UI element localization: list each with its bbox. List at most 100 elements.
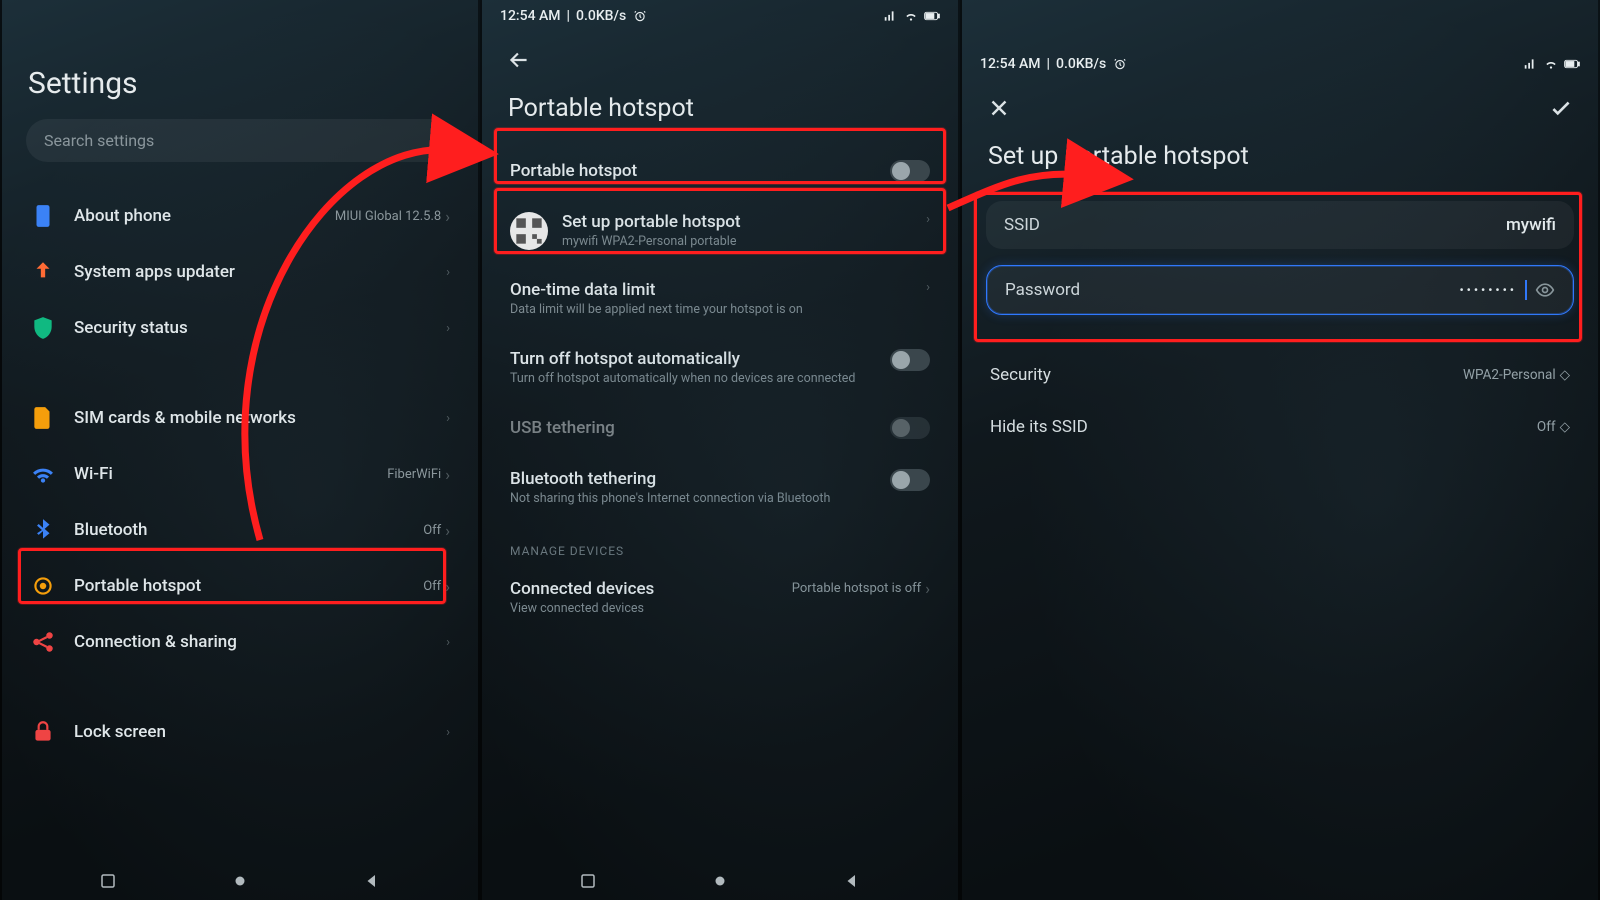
dropdown-caret-icon: ◇ [1560,367,1570,383]
hotspot-toggle-row[interactable]: Portable hotspot [506,145,934,197]
settings-item-trail: Off› [423,521,450,540]
text-cursor [1525,280,1527,300]
ssid-field[interactable]: SSID mywifi [986,201,1574,249]
signal-icon [882,9,898,23]
password-masked-value: •••••••• [1459,283,1517,297]
status-bar: 12:54 AM | 0.0KB/s [482,0,958,28]
field-label: SSID [1004,215,1040,235]
nav-recent-button[interactable] [99,872,117,890]
back-arrow-icon[interactable] [506,47,532,73]
settings-item-label: Wi-Fi [74,464,369,484]
usb-tethering-row: USB tethering [506,402,934,454]
settings-item-label: System apps updater [74,262,428,282]
confirm-check-icon[interactable] [1548,95,1574,121]
bluetooth-icon [30,517,56,543]
battery-icon [924,9,940,23]
page-title: Portable hotspot [508,94,934,123]
settings-item-trail: MIUI Global 12.5.8› [335,207,450,226]
android-nav-bar [2,872,478,890]
settings-item-label: SIM cards & mobile networks [74,408,428,428]
settings-item-lock-screen[interactable]: Lock screen › [26,704,454,760]
settings-item-bluetooth[interactable]: Bluetooth Off› [26,502,454,558]
row-label: Security [990,365,1051,385]
phone-icon [30,203,56,229]
row-subtitle: mywifi WPA2-Personal portable [562,234,912,250]
auto-off-toggle[interactable] [890,349,930,371]
settings-item-label: Connection & sharing [74,632,428,652]
usb-tether-toggle [890,417,930,439]
chevron-right-icon: › [446,265,450,280]
eye-visibility-icon[interactable] [1535,280,1555,300]
status-separator: | [567,8,570,24]
row-label: Portable hotspot [510,161,872,181]
android-nav-bar [482,872,958,890]
phone-hotspot-settings: 12:54 AM | 0.0KB/s Portable hotspot Port… [480,0,960,900]
row-label: One-time data limit [510,280,908,300]
nav-home-button[interactable] [231,872,249,890]
password-field[interactable]: Password •••••••• [986,265,1574,315]
settings-item-portable-hotspot[interactable]: Portable hotspot Off› [26,558,454,614]
data-limit-row[interactable]: One-time data limit Data limit will be a… [506,265,934,333]
row-subtitle: View connected devices [510,601,774,617]
settings-item-system-updater[interactable]: System apps updater › [26,244,454,300]
ssid-value: mywifi [1506,215,1556,235]
shield-icon [30,315,56,341]
settings-item-connection-sharing[interactable]: Connection & sharing › [26,614,454,670]
update-arrow-icon [30,259,56,285]
chevron-right-icon: › [446,635,450,650]
settings-item-wifi[interactable]: Wi-Fi FiberWiFi› [26,446,454,502]
row-subtitle: Turn off hotspot automatically when no d… [510,371,872,387]
row-label: Set up portable hotspot [562,212,912,232]
chevron-right-icon: › [926,280,930,295]
settings-item-trail: Off› [423,577,450,596]
nav-home-button[interactable] [711,872,729,890]
settings-item-label: Bluetooth [74,520,405,540]
phone-setup-hotspot: 12:54 AM | 0.0KB/s Set up portable hotsp… [960,0,1600,900]
signal-icon [1522,57,1538,71]
page-title: Settings [28,66,454,101]
settings-item-sim-cards[interactable]: SIM cards & mobile networks › [26,390,454,446]
settings-item-about-phone[interactable]: About phone MIUI Global 12.5.8› [26,188,454,244]
lock-icon [30,719,56,745]
row-label: Bluetooth tethering [510,469,872,489]
alarm-icon [1112,57,1128,71]
status-time: 12:54 AM [980,56,1041,72]
close-icon[interactable] [986,95,1012,121]
dropdown-caret-icon: ◇ [1560,419,1570,435]
settings-item-label: Lock screen [74,722,428,742]
bt-tether-toggle[interactable] [890,469,930,491]
hotspot-toggle[interactable] [890,160,930,182]
connected-devices-row[interactable]: Connected devices View connected devices… [506,564,934,632]
settings-item-label: Portable hotspot [74,576,405,596]
battery-icon [1564,57,1580,71]
alarm-icon [632,9,648,23]
status-bar: 12:54 AM | 0.0KB/s [962,48,1598,76]
row-label: Hide its SSID [990,417,1088,437]
status-time: 12:54 AM [500,8,561,24]
row-label: Turn off hotspot automatically [510,349,872,369]
wifi-status-icon [903,9,919,23]
security-row[interactable]: Security WPA2-Personal◇ [986,349,1574,401]
chevron-right-icon: › [446,725,450,740]
sim-card-icon [30,405,56,431]
row-subtitle: Not sharing this phone's Internet connec… [510,491,872,507]
wifi-icon [30,461,56,487]
chevron-right-icon: › [446,411,450,426]
bluetooth-tethering-row[interactable]: Bluetooth tethering Not sharing this pho… [506,454,934,522]
nav-back-button[interactable] [843,872,861,890]
share-icon [30,629,56,655]
settings-item-security-status[interactable]: Security status › [26,300,454,356]
row-subtitle: Data limit will be applied next time you… [510,302,908,318]
search-input[interactable]: Search settings [26,119,454,162]
chevron-right-icon: › [926,212,930,227]
hotspot-icon [30,573,56,599]
hide-ssid-row[interactable]: Hide its SSID Off◇ [986,401,1574,453]
field-label: Password [1005,280,1080,300]
settings-item-label: About phone [74,206,317,226]
status-netspeed: 0.0KB/s [576,8,626,24]
nav-back-button[interactable] [363,872,381,890]
auto-off-row[interactable]: Turn off hotspot automatically Turn off … [506,334,934,402]
nav-recent-button[interactable] [579,872,597,890]
setup-hotspot-row[interactable]: Set up portable hotspot mywifi WPA2-Pers… [506,197,934,265]
row-trail: Portable hotspot is off› [792,579,930,598]
